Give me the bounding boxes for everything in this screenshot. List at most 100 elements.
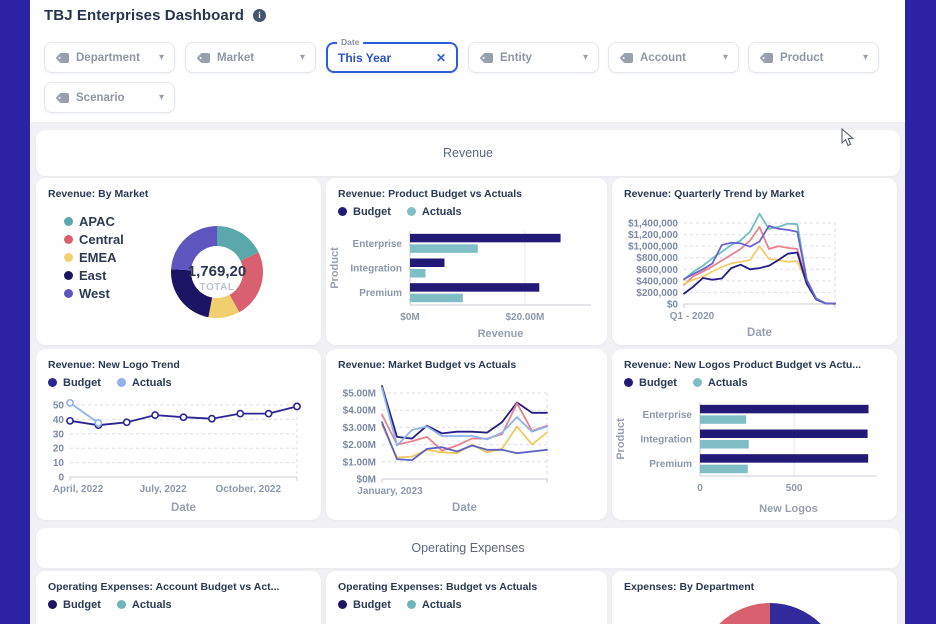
legend-dot xyxy=(64,271,73,280)
legend-dot xyxy=(407,207,416,216)
filter-account[interactable]: Account ▾ xyxy=(608,42,739,73)
chart-legend: Budget Actuals xyxy=(326,200,607,218)
legend-item[interactable]: Actuals xyxy=(693,377,748,389)
svg-text:Date: Date xyxy=(452,502,477,514)
line-chart: 01020304050April, 2022July, 2022October,… xyxy=(36,389,321,516)
tag-icon xyxy=(619,52,633,64)
filter-label: Entity xyxy=(500,52,576,64)
legend-dot xyxy=(624,378,633,387)
svg-text:30: 30 xyxy=(53,429,65,440)
svg-text:Date: Date xyxy=(747,327,772,339)
svg-text:Enterprise: Enterprise xyxy=(353,239,403,250)
chart-title: Revenue: By Market xyxy=(36,178,321,200)
svg-text:0: 0 xyxy=(58,473,64,484)
dashboard-canvas: Revenue Revenue: By Market 1,769,20TOTAL… xyxy=(30,122,905,624)
chart-title: Revenue: New Logo Trend xyxy=(36,349,321,371)
chevron-down-icon: ▾ xyxy=(723,52,728,63)
section-header-revenue[interactable]: Revenue xyxy=(36,130,900,176)
svg-text:July, 2022: July, 2022 xyxy=(140,484,188,495)
legend-item[interactable]: Budget xyxy=(338,206,391,218)
chart-title: Revenue: Product Budget vs Actuals xyxy=(326,178,607,200)
filter-entity[interactable]: Entity ▾ xyxy=(468,42,599,73)
card-market-budget-vs-actuals: Revenue: Market Budget vs Actuals $0M$1.… xyxy=(326,349,607,520)
legend-dot xyxy=(64,289,73,298)
legend-item[interactable]: Actuals xyxy=(407,599,462,611)
legend-item[interactable]: EMEA xyxy=(64,250,124,265)
filter-label: Product xyxy=(780,52,856,64)
svg-text:$4.00M: $4.00M xyxy=(343,406,376,417)
legend-item[interactable]: Central xyxy=(64,232,124,247)
filter-date[interactable]: Date This Year ✕ xyxy=(326,42,458,73)
legend-dot xyxy=(407,600,416,609)
svg-text:$1,000,000: $1,000,000 xyxy=(628,242,678,253)
legend-item[interactable]: Budget xyxy=(48,599,101,611)
legend-item[interactable]: Budget xyxy=(624,377,677,389)
svg-text:$400,000: $400,000 xyxy=(636,276,678,287)
legend-item[interactable]: Budget xyxy=(338,599,391,611)
legend-item[interactable]: Actuals xyxy=(117,599,172,611)
chart-title: Revenue: Market Budget vs Actuals xyxy=(326,349,607,371)
svg-text:Product: Product xyxy=(329,247,341,289)
donut-legend: APAC Central EMEA East West xyxy=(64,214,124,301)
svg-text:Integration: Integration xyxy=(350,264,402,275)
svg-text:Premium: Premium xyxy=(359,288,402,299)
legend-item[interactable]: Actuals xyxy=(117,377,172,389)
card-new-logo-trend: Revenue: New Logo Trend Budget Actuals 0… xyxy=(36,349,321,520)
filter-department[interactable]: Department ▾ xyxy=(44,42,175,73)
svg-text:$1,200,000: $1,200,000 xyxy=(628,230,678,241)
page-title: TBJ Enterprises Dashboard xyxy=(44,7,244,24)
card-quarterly-trend-by-market: Revenue: Quarterly Trend by Market $0$20… xyxy=(612,178,897,345)
info-icon[interactable]: i xyxy=(253,9,266,22)
filter-product[interactable]: Product ▾ xyxy=(748,42,879,73)
legend-item[interactable]: East xyxy=(64,268,124,283)
legend-dot xyxy=(693,378,702,387)
filter-label: Date xyxy=(337,37,363,47)
svg-text:TOTAL: TOTAL xyxy=(200,282,235,293)
bar-chart: $0M$20.00MEnterpriseIntegrationPremiumRe… xyxy=(326,218,607,341)
tag-icon xyxy=(196,52,210,64)
filter-label: Scenario xyxy=(76,92,152,104)
dashboard-page: TBJ Enterprises Dashboard i Department ▾… xyxy=(30,0,905,624)
legend-dot xyxy=(48,600,57,609)
card-revenue-by-market: Revenue: By Market 1,769,20TOTAL APAC Ce… xyxy=(36,178,321,345)
chart-title: Revenue: Quarterly Trend by Market xyxy=(612,178,897,200)
card-new-logos-product-budget: Revenue: New Logos Product Budget vs Act… xyxy=(612,349,897,520)
svg-text:January, 2023: January, 2023 xyxy=(357,486,423,497)
tag-icon xyxy=(55,92,69,104)
svg-text:0: 0 xyxy=(697,483,703,494)
mouse-cursor xyxy=(841,128,855,148)
legend-dot xyxy=(64,253,73,262)
svg-text:$600,000: $600,000 xyxy=(636,265,678,276)
svg-text:$2.00M: $2.00M xyxy=(343,440,376,451)
section-header-opex[interactable]: Operating Expenses xyxy=(36,528,900,568)
svg-text:$1.00M: $1.00M xyxy=(343,457,376,468)
svg-text:April, 2022: April, 2022 xyxy=(53,484,104,495)
tag-icon xyxy=(55,52,69,64)
legend-item[interactable]: Budget xyxy=(48,377,101,389)
chart-title: Revenue: New Logos Product Budget vs Act… xyxy=(612,349,897,371)
legend-dot xyxy=(64,217,73,226)
svg-text:$1,400,000: $1,400,000 xyxy=(628,219,678,230)
svg-text:$5.00M: $5.00M xyxy=(343,389,376,400)
chart-title: Operating Expenses: Budget vs Actuals xyxy=(326,571,607,593)
svg-text:October, 2022: October, 2022 xyxy=(215,484,281,495)
svg-text:Enterprise: Enterprise xyxy=(643,410,693,421)
chevron-down-icon: ▾ xyxy=(300,52,305,63)
legend-item[interactable]: West xyxy=(64,286,124,301)
filter-value: This Year xyxy=(338,51,429,65)
svg-text:Revenue: Revenue xyxy=(478,328,524,340)
legend-dot xyxy=(338,600,347,609)
filter-scenario[interactable]: Scenario ▾ xyxy=(44,82,175,113)
legend-item[interactable]: APAC xyxy=(64,214,124,229)
chart-title: Operating Expenses: Account Budget vs Ac… xyxy=(36,571,321,593)
chevron-down-icon: ▾ xyxy=(863,52,868,63)
chevron-down-icon: ▾ xyxy=(159,92,164,103)
svg-text:$0: $0 xyxy=(667,300,679,311)
filter-market[interactable]: Market ▾ xyxy=(185,42,316,73)
svg-text:$200,000: $200,000 xyxy=(636,288,678,299)
chart-title: Expenses: By Department xyxy=(612,571,897,593)
svg-text:Premium: Premium xyxy=(649,459,692,470)
pie-chart xyxy=(612,593,897,624)
legend-item[interactable]: Actuals xyxy=(407,206,462,218)
close-icon[interactable]: ✕ xyxy=(436,51,446,65)
